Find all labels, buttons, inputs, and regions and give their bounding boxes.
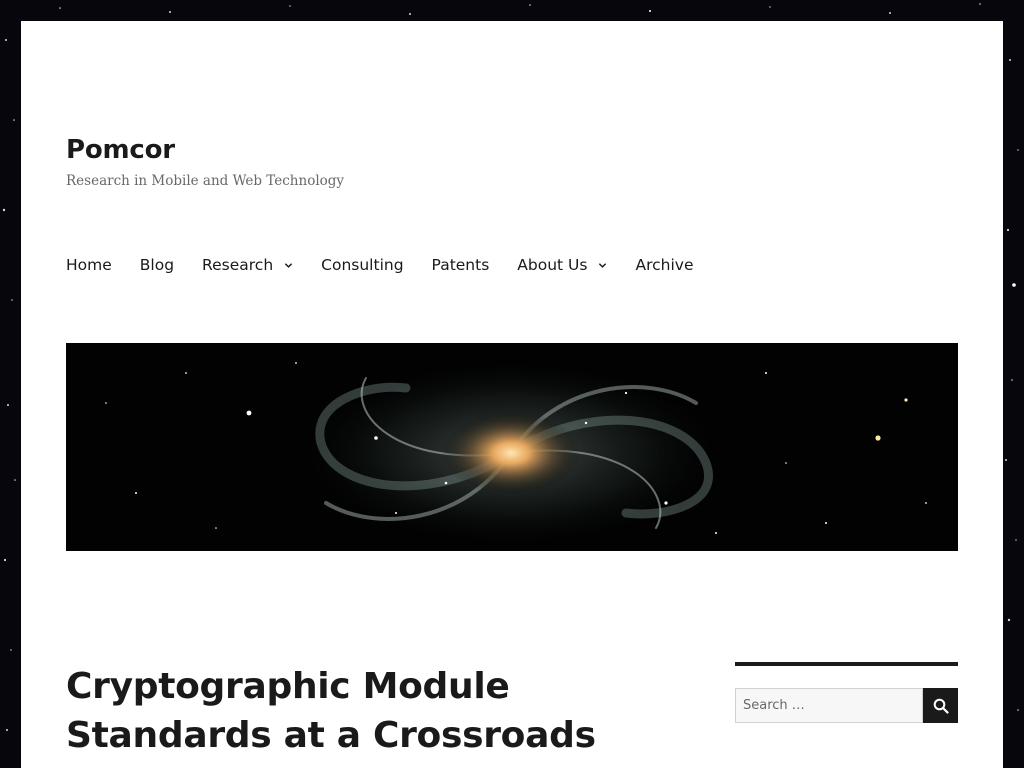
site-title[interactable]: Pomcor [66,133,175,167]
search-button[interactable] [923,688,958,723]
header-image[interactable] [66,343,958,551]
search-input[interactable] [735,688,923,723]
nav-item-label: Home [66,256,112,274]
post-title[interactable]: Cryptographic Module Standards at a Cros… [66,662,646,760]
nav-item-label: About Us [517,256,588,274]
site-description: Research in Mobile and Web Technology [66,173,345,189]
nav-item-consulting[interactable]: Consulting [321,253,403,277]
nav-item-research[interactable]: Research [202,253,293,277]
page-content: Pomcor Research in Mobile and Web Techno… [21,21,1003,768]
chevron-down-icon[interactable] [598,261,607,270]
nav-item-blog[interactable]: Blog [140,253,174,277]
nav-item-label: Archive [635,256,694,274]
nav-item-label: Research [202,256,274,274]
search-icon [933,698,949,714]
nav-item-label: Patents [431,256,490,274]
nav-item-patents[interactable]: Patents [432,253,490,277]
main-navigation: Home Blog Research Consulting Patents Ab… [66,253,693,277]
nav-item-label: Blog [139,256,175,274]
chevron-down-icon[interactable] [284,261,293,270]
nav-item-label: Consulting [321,256,404,274]
nav-item-archive[interactable]: Archive [635,253,693,277]
galaxy-image [66,343,958,551]
nav-item-about-us[interactable]: About Us [517,253,607,277]
sidebar-divider [735,662,958,666]
nav-item-home[interactable]: Home [66,253,112,277]
